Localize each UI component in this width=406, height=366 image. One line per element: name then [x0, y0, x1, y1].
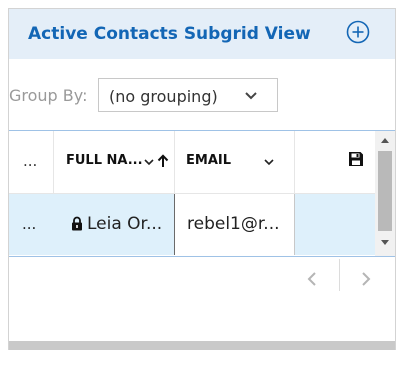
scrollbar-thumb[interactable] [378, 151, 392, 231]
table-row[interactable]: ... Leia Or... rebel1@r... [9, 193, 375, 255]
more-columns-label: ... [23, 152, 38, 170]
previous-page-button[interactable] [305, 271, 319, 287]
group-by-selected-value: (no grouping) [109, 87, 218, 106]
column-header-full-name[interactable]: FULL NA... [54, 131, 175, 193]
column-label-full-name: FULL NA... [66, 153, 143, 168]
row-more-cell[interactable]: ... [9, 194, 54, 255]
sort-ascending-icon[interactable] [157, 154, 169, 168]
scroll-down-arrow-icon[interactable] [380, 239, 390, 246]
email-cell[interactable]: rebel1@r... [175, 194, 295, 255]
grid-header-row: ... FULL NA... EMAIL [9, 131, 375, 193]
email-value: rebel1@r... [187, 214, 280, 234]
vertical-scrollbar[interactable] [375, 131, 395, 256]
subgrid-title: Active Contacts Subgrid View [28, 24, 311, 44]
chevron-down-icon[interactable] [264, 158, 274, 166]
save-icon[interactable] [348, 151, 364, 167]
full-name-cell[interactable]: Leia Or... [54, 194, 175, 255]
chevron-down-icon[interactable] [144, 158, 154, 166]
full-name-value: Leia Or... [87, 214, 163, 234]
column-header-email[interactable]: EMAIL [175, 131, 295, 193]
group-by-dropdown[interactable]: (no grouping) [98, 78, 278, 112]
column-header-save [295, 131, 375, 193]
subgrid-panel: Active Contacts Subgrid View Group By: (… [8, 8, 396, 350]
pager-divider [339, 259, 340, 291]
scroll-up-arrow-icon[interactable] [380, 137, 390, 144]
next-page-button[interactable] [359, 271, 373, 287]
group-by-label: Group By: [9, 86, 88, 105]
subgrid-header: Active Contacts Subgrid View [9, 9, 395, 59]
column-label-email: EMAIL [186, 153, 231, 168]
row-more-label: ... [22, 215, 37, 233]
contacts-grid: ... FULL NA... EMAIL ... Leia Or... rebe… [9, 130, 395, 257]
lock-icon [72, 216, 82, 231]
column-more-header[interactable]: ... [9, 131, 54, 193]
add-record-button[interactable] [346, 20, 370, 44]
horizontal-scrollbar[interactable] [9, 341, 395, 350]
chevron-down-icon [245, 92, 257, 100]
